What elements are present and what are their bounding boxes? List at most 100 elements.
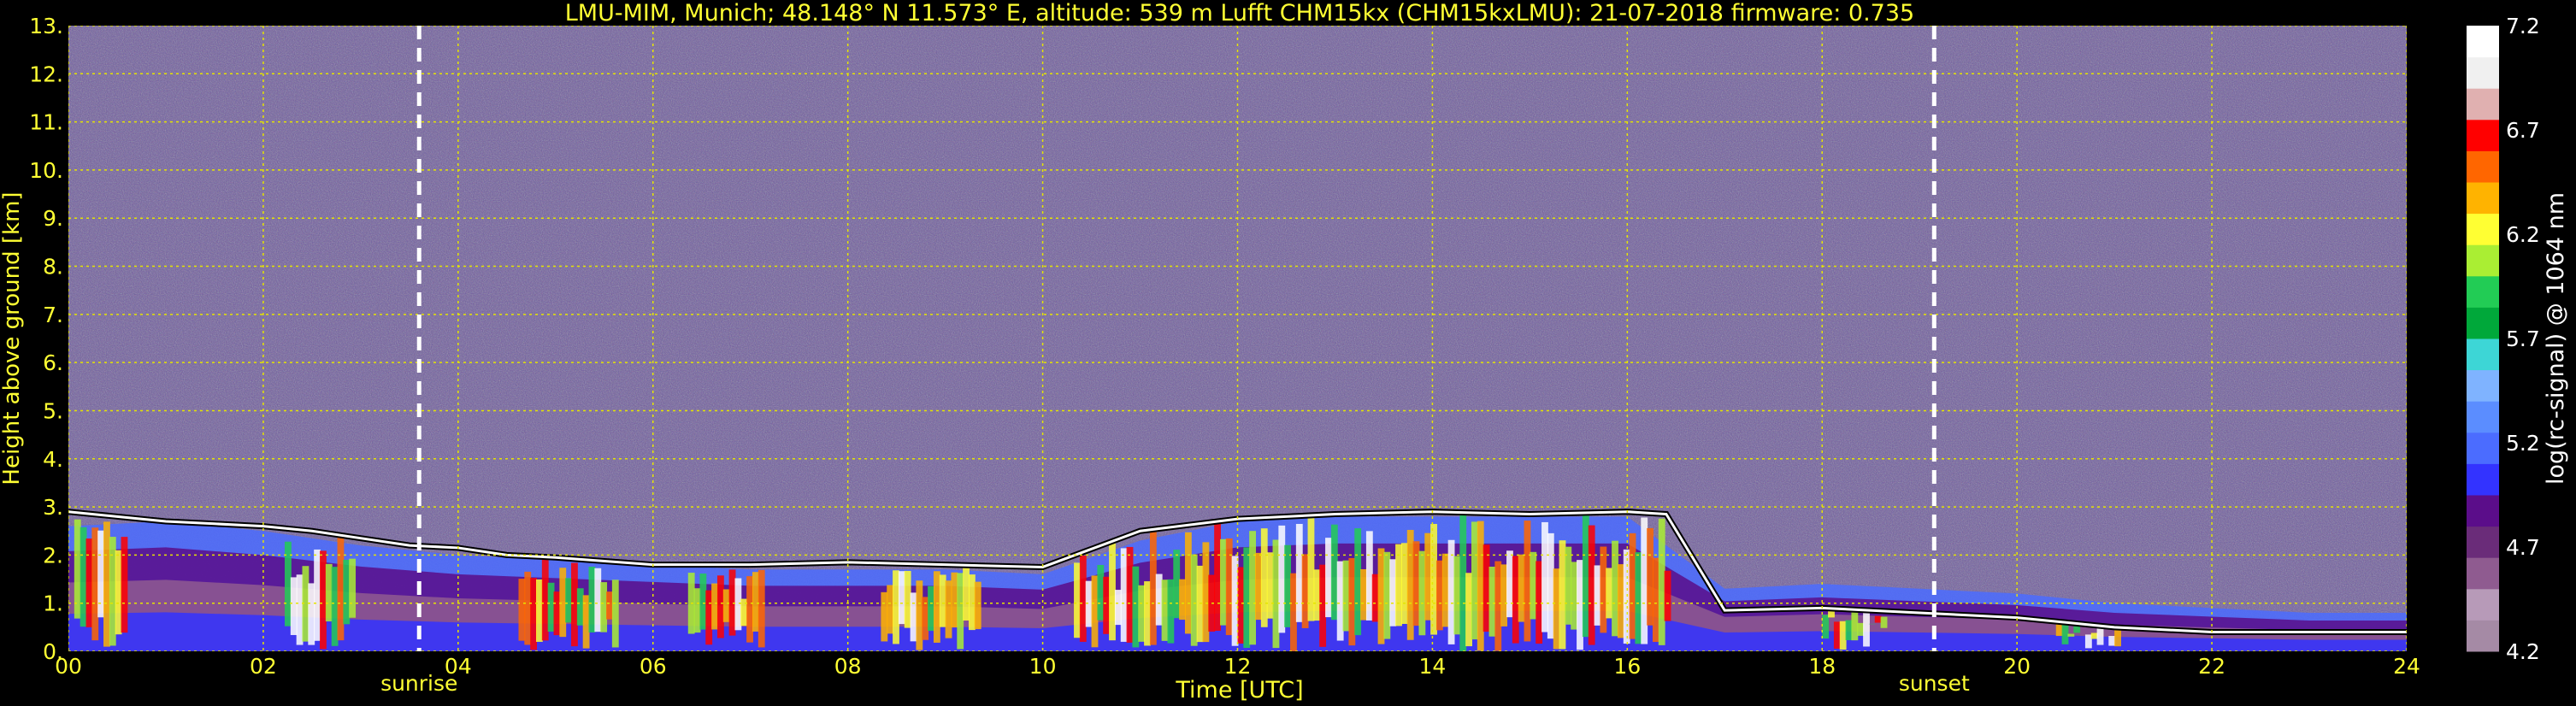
plume-column (1114, 590, 1122, 626)
x-tick-label: 02 (250, 654, 277, 679)
plume-column (1202, 542, 1210, 643)
plume-column (2055, 623, 2063, 637)
plume-column (1406, 529, 1414, 640)
plume-column (2084, 634, 2092, 649)
plume-column (1307, 516, 1315, 621)
plume-column (1424, 532, 1432, 621)
plume-column (1471, 521, 1478, 640)
plume-column (1225, 538, 1233, 636)
plume-column (1418, 550, 1426, 636)
plume-column (1085, 580, 1093, 627)
plume-column (594, 568, 602, 632)
plume-column (881, 591, 888, 642)
plume-column (1541, 521, 1548, 632)
plume-column (325, 563, 333, 622)
plume-column (1284, 544, 1292, 627)
plume-column (1483, 544, 1490, 632)
plume-column (349, 558, 357, 618)
colorbar-swatch (2467, 56, 2499, 89)
plume-column (1383, 551, 1391, 639)
y-axis-label: Height above ground [km] (0, 191, 25, 485)
plume-column (1149, 530, 1157, 645)
plume-column (1536, 561, 1543, 644)
plume-column (1851, 610, 1859, 641)
plume-column (887, 585, 894, 634)
plume-column (91, 527, 99, 641)
plume-column (711, 583, 718, 630)
plume-column (928, 585, 934, 632)
colorbar-swatch (2467, 244, 2499, 277)
plume-column (1348, 557, 1356, 646)
plume-column (1336, 561, 1344, 641)
plume-column (1109, 543, 1116, 641)
plume-column (536, 579, 543, 642)
colorbar-swatch (2467, 588, 2499, 621)
plume-column (1857, 622, 1865, 636)
plume-column (910, 592, 917, 642)
plume-column (757, 569, 765, 648)
plume-column (97, 530, 105, 618)
colorbar-swatch (2467, 495, 2499, 527)
plume-column (80, 527, 87, 627)
plume-column (1325, 538, 1332, 618)
plume-column (524, 571, 532, 645)
plume-column (916, 580, 923, 650)
x-tick-label: 00 (55, 654, 82, 679)
y-axis-ticks: 0.1.2.3.4.5.6.7.8.9.10.11.12.13. (29, 14, 63, 664)
plume-column (1500, 564, 1508, 627)
y-tick-label: 5. (43, 398, 63, 423)
plume-column (296, 574, 304, 645)
plume-column (1395, 544, 1402, 627)
colorbar-tick-label: 4.2 (2506, 639, 2540, 664)
plume-column (1161, 580, 1169, 641)
x-tick-label: 18 (1808, 654, 1836, 679)
plume-column (957, 573, 964, 650)
plume-column (1435, 560, 1443, 631)
plume-column (1126, 546, 1134, 643)
plume-column (1190, 554, 1198, 646)
plume-column (893, 570, 899, 644)
x-axis-label: Time [UTC] (1175, 677, 1303, 703)
plume-column (1477, 521, 1484, 651)
plume-column (1594, 565, 1601, 626)
plume-column (1371, 574, 1379, 622)
colorbar-tick-label: 5.7 (2506, 327, 2540, 351)
y-tick-label: 2. (43, 543, 63, 568)
x-tick-label: 20 (2003, 654, 2031, 679)
plume-column (951, 572, 958, 628)
plume-column (1874, 615, 1882, 623)
plume-column (963, 566, 970, 621)
plume-column (1506, 550, 1513, 618)
plume-column (606, 591, 613, 620)
plume-column (2108, 636, 2116, 646)
plume-column (1559, 540, 1566, 650)
plume-column (1494, 561, 1502, 651)
plume-column (1547, 532, 1554, 639)
y-tick-label: 10. (29, 158, 63, 183)
colorbar-tick-label: 4.7 (2506, 535, 2540, 560)
plume-column (290, 577, 298, 635)
plume-column (1219, 538, 1227, 626)
plume-column (1079, 556, 1087, 642)
plume-column (1097, 565, 1105, 621)
plume-column (1120, 548, 1128, 642)
plume-column (1103, 576, 1111, 634)
x-tick-label: 14 (1419, 654, 1447, 679)
plume-column (1588, 525, 1595, 645)
plume-column (1441, 553, 1449, 627)
y-tick-label: 4. (43, 447, 63, 472)
x-tick-label: 22 (2198, 654, 2225, 679)
plume-column (1553, 568, 1560, 650)
colorbar-swatch (2467, 182, 2499, 215)
colorbar-swatch (2467, 275, 2499, 308)
plume-column (968, 574, 976, 631)
colorbar-tick-label: 6.7 (2506, 118, 2540, 143)
plume-column (1155, 574, 1163, 626)
plume-column (103, 521, 110, 647)
plume-column (565, 578, 573, 623)
plume-column (939, 574, 946, 627)
plume-column (1179, 579, 1186, 621)
colorbar-tick-label: 7.2 (2506, 14, 2540, 38)
plume-column (121, 537, 128, 633)
plume-column (1295, 523, 1303, 622)
